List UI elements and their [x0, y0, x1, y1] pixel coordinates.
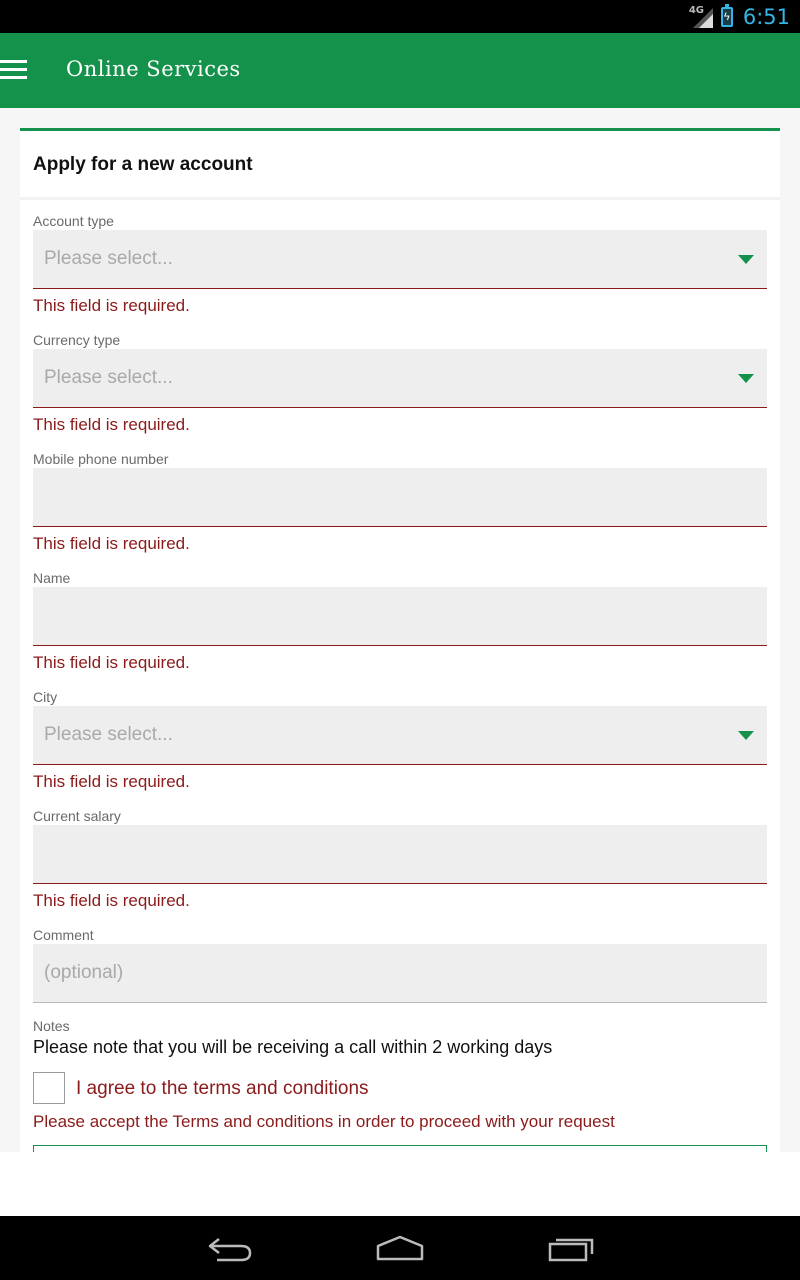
current-salary-error: This field is required. — [33, 891, 190, 910]
signal-icon: 4G — [689, 6, 715, 28]
back-icon[interactable] — [205, 1234, 255, 1264]
currency-type-placeholder: Please select... — [44, 367, 173, 388]
name-error: This field is required. — [33, 653, 190, 672]
notes-label: Notes — [33, 1018, 70, 1034]
account-type-select[interactable]: Please select... — [33, 230, 767, 289]
comment-input[interactable]: (optional) — [33, 944, 767, 1003]
home-icon[interactable] — [375, 1234, 425, 1264]
mobile-phone-error: This field is required. — [33, 534, 190, 553]
account-type-error: This field is required. — [33, 296, 190, 315]
status-icons: 4G ϟ 6:51 — [689, 4, 790, 30]
dropdown-caret-icon — [738, 731, 754, 740]
mobile-phone-label: Mobile phone number — [33, 451, 169, 467]
city-error: This field is required. — [33, 772, 190, 791]
terms-error: Please accept the Terms and conditions i… — [33, 1112, 615, 1131]
dropdown-caret-icon — [738, 255, 754, 264]
terms-checkbox[interactable] — [33, 1072, 65, 1104]
current-salary-input[interactable] — [33, 825, 767, 884]
city-select[interactable]: Please select... — [33, 706, 767, 765]
account-type-placeholder: Please select... — [44, 248, 173, 269]
currency-type-label: Currency type — [33, 332, 121, 348]
card-header: Apply for a new account — [20, 131, 780, 200]
name-input[interactable] — [33, 587, 767, 646]
name-label: Name — [33, 570, 71, 586]
notes-text: Please note that you will be receiving a… — [33, 1037, 553, 1057]
system-nav-bar — [0, 1216, 800, 1280]
menu-icon[interactable] — [0, 60, 27, 80]
recent-apps-icon[interactable] — [547, 1234, 597, 1264]
submit-button[interactable] — [33, 1145, 767, 1152]
currency-type-select[interactable]: Please select... — [33, 349, 767, 408]
city-label: City — [33, 689, 58, 705]
app-bar: Online Services — [0, 33, 800, 108]
city-placeholder: Please select... — [44, 724, 173, 745]
current-salary-label: Current salary — [33, 808, 121, 824]
currency-type-error: This field is required. — [33, 415, 190, 434]
status-bar: 4G ϟ 6:51 — [0, 0, 800, 33]
battery-charging-icon: ϟ — [720, 4, 733, 27]
comment-label: Comment — [33, 927, 94, 943]
account-type-label: Account type — [33, 213, 114, 229]
mobile-phone-input[interactable] — [33, 468, 767, 527]
dropdown-caret-icon — [738, 374, 754, 383]
keyboard-area — [0, 1152, 800, 1216]
main-content[interactable]: Apply for a new account Account type Ple… — [0, 108, 800, 1152]
terms-label[interactable]: I agree to the terms and conditions — [76, 1078, 369, 1100]
page-title: Apply for a new account — [33, 154, 253, 175]
clock: 6:51 — [742, 5, 790, 29]
application-card: Apply for a new account Account type Ple… — [20, 128, 780, 1152]
comment-placeholder: (optional) — [44, 962, 124, 983]
app-title: Online Services — [66, 57, 241, 81]
